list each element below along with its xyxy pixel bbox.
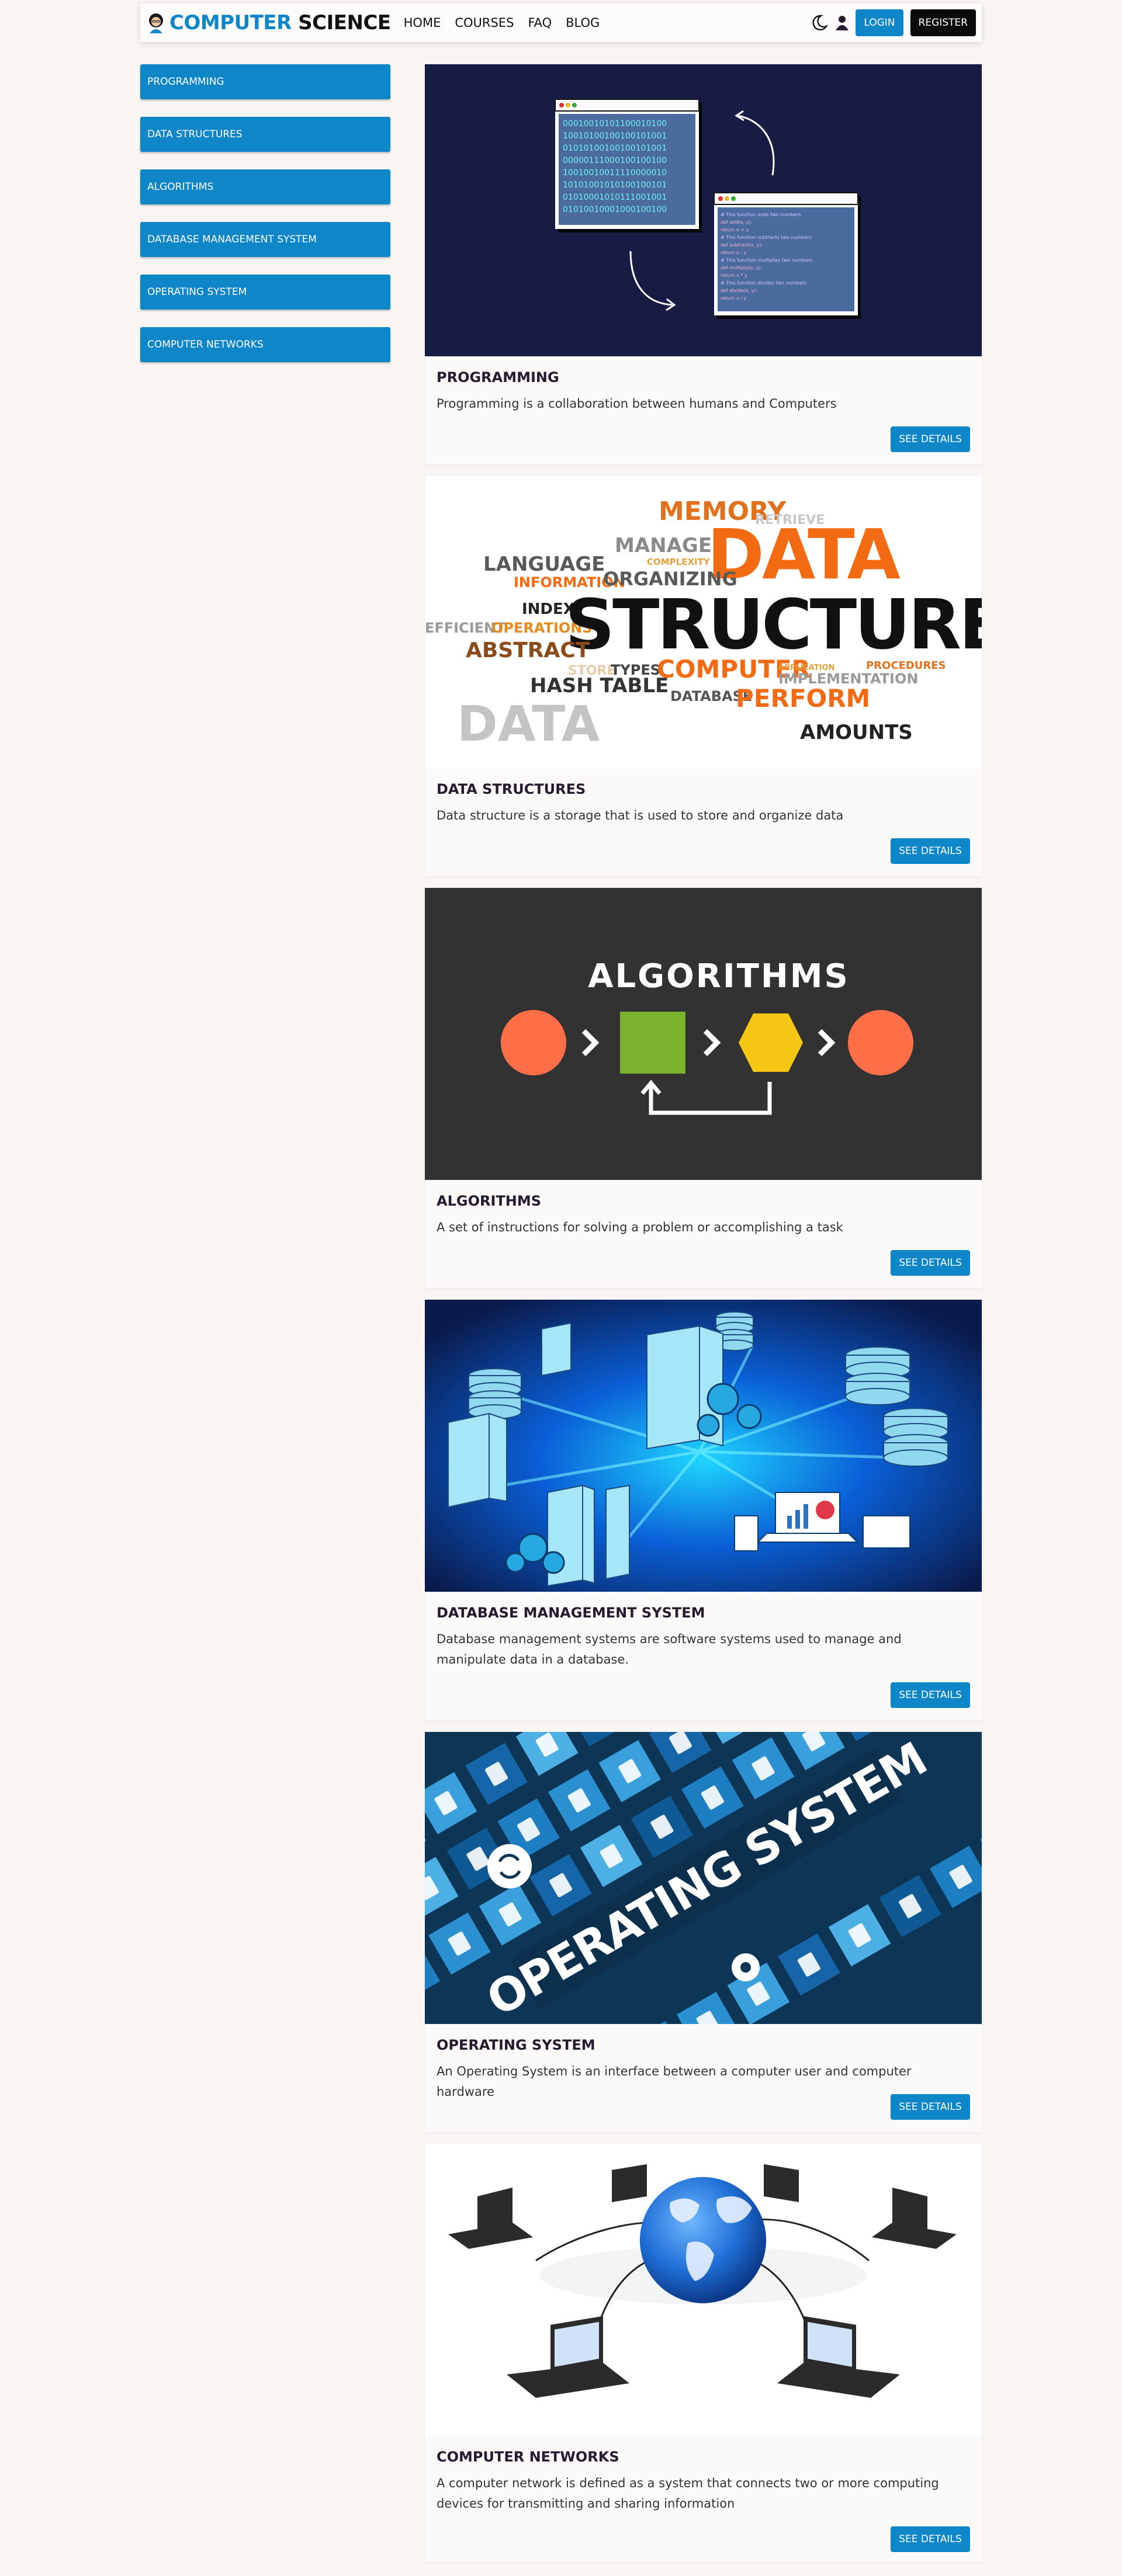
user-account-button[interactable] <box>836 15 849 30</box>
sidebar-item-algorithms[interactable]: ALGORITHMS <box>140 169 390 204</box>
course-title: DATA STRUCTURES <box>437 781 586 797</box>
course-card-algorithms: ALGORITHMS ALGORITHMS A set of instructi… <box>425 888 982 1288</box>
brand-title-part1: COMPUTER <box>169 11 292 34</box>
word-cloud-term: MANAGE <box>615 534 712 557</box>
course-sidebar: PROGRAMMING DATA STRUCTURES ALGORITHMS D… <box>140 64 390 380</box>
nav-home[interactable]: HOME <box>404 16 441 30</box>
binary-code-line: 01010100100100101001 <box>563 144 667 153</box>
binary-code-line: 01010001010111001001 <box>563 193 667 202</box>
course-title: ALGORITHMS <box>437 1193 542 1209</box>
source-code-line: # This function multiplies two numbers <box>721 258 812 263</box>
course-card-computer-networks: COMPUTER NETWORKS A computer network is … <box>425 2144 982 2562</box>
source-code-line: def subtract(x, y): <box>721 242 763 248</box>
source-code-line: def add(x, y): <box>721 220 752 225</box>
globe-network-illustration <box>425 2144 982 2436</box>
course-description: A set of instructions for solving a prob… <box>437 1220 843 1234</box>
course-card-dbms: DATABASE MANAGEMENT SYSTEM Database mana… <box>425 1300 982 1720</box>
word-cloud-term: ABSTRACT <box>466 638 590 662</box>
source-code-line: return x + y <box>721 227 749 232</box>
register-button[interactable]: REGISTER <box>910 9 976 36</box>
source-code-line: return x - y <box>721 250 747 255</box>
theme-toggle-button[interactable] <box>810 13 829 32</box>
student-avatar-icon <box>149 13 163 33</box>
sidebar-item-operating-system[interactable]: OPERATING SYSTEM <box>140 275 390 310</box>
word-cloud-term: HASH TABLE <box>530 674 669 697</box>
see-details-button[interactable]: SEE DETAILS <box>891 2094 970 2120</box>
see-details-button[interactable]: SEE DETAILS <box>891 1250 970 1276</box>
binary-code-line: 01010010001000100100 <box>563 205 667 214</box>
nav-faq[interactable]: FAQ <box>528 16 552 30</box>
algorithms-banner-title: ALGORITHMS <box>588 957 850 995</box>
sidebar-item-programming[interactable]: PROGRAMMING <box>140 64 390 99</box>
course-description: A computer network is defined as a syste… <box>437 2476 939 2511</box>
course-card-data-structures: MEMORY RETRIEVE MANAGE COMPLEXITY DATA LANGUA… <box>425 476 982 876</box>
source-code-line: # This function adds two numbers <box>721 212 801 217</box>
word-cloud-term: PERFORM <box>736 684 870 713</box>
source-code-line: def multiply(x, y): <box>721 265 762 270</box>
word-cloud-term: DATA <box>457 695 600 752</box>
see-details-button[interactable]: SEE DETAILS <box>891 838 970 864</box>
see-details-button[interactable]: SEE DETAILS <box>891 1682 970 1708</box>
database-servers-illustration <box>425 1300 982 1592</box>
nav-blog[interactable]: BLOG <box>566 16 600 30</box>
word-cloud-term: PROCEDURES <box>866 659 946 672</box>
binary-code-line: 10101001010100100101 <box>563 180 667 190</box>
course-card-programming: 00010010101100010100 10010100100100101001… <box>425 64 982 464</box>
course-title: OPERATING SYSTEM <box>437 2037 595 2053</box>
top-navbar: COMPUTER SCIENCE HOME COURSES FAQ BLOG L… <box>140 4 982 42</box>
algorithms-flow-illustration: ALGORITHMS <box>425 888 982 1180</box>
source-code-line: return x / y <box>721 296 747 301</box>
moon-icon <box>812 15 829 31</box>
binary-code-line: 10010100100100101001 <box>563 131 667 141</box>
course-card-operating-system: OPERATING SYSTEM OPERATING SYSTEM An Ope… <box>425 1732 982 2132</box>
see-details-button[interactable]: SEE DETAILS <box>891 426 970 452</box>
sidebar-item-data-structures[interactable]: DATA STRUCTURES <box>140 117 390 152</box>
word-cloud-term: COMPLEXITY <box>647 557 711 567</box>
login-button[interactable]: LOGIN <box>856 9 903 36</box>
see-details-button[interactable]: SEE DETAILS <box>891 2526 970 2552</box>
source-code-line: # This function divides two numbers <box>721 280 806 286</box>
course-description: An Operating System is an interface betw… <box>437 2064 912 2099</box>
course-title: DATABASE MANAGEMENT SYSTEM <box>437 1605 705 1621</box>
course-description: Database management systems are software… <box>437 1632 902 1667</box>
course-title: COMPUTER NETWORKS <box>437 2449 619 2465</box>
main-nav: HOME COURSES FAQ BLOG <box>404 16 600 30</box>
brand-title-part2: SCIENCE <box>298 11 391 34</box>
user-icon <box>836 16 849 30</box>
word-cloud-term: STRUCTURE <box>565 584 982 665</box>
course-title: PROGRAMMING <box>437 369 559 386</box>
word-cloud-term: AMOUNTS <box>800 721 913 744</box>
programming-illustration: 00010010101100010100 10010100100100101001… <box>425 64 982 356</box>
brand[interactable]: COMPUTER SCIENCE <box>147 11 391 34</box>
binary-code-line: 00000111000100100100 <box>563 156 667 165</box>
source-code-line: return x * y <box>721 273 747 278</box>
brand-title: COMPUTER SCIENCE <box>169 11 391 34</box>
operating-system-tiles-illustration: OPERATING SYSTEM <box>425 1732 982 2024</box>
data-structure-word-cloud: MEMORYRETRIEVEMANAGECOMPLEXITYDATALANGUA… <box>425 476 982 768</box>
course-description: Data structure is a storage that is used… <box>437 808 844 822</box>
nav-actions: LOGIN REGISTER <box>810 9 976 36</box>
word-cloud-term: LANGUAGE <box>483 553 605 576</box>
source-code-line: # This function subtracts two numbers <box>721 235 812 240</box>
course-description: Programming is a collaboration between h… <box>437 397 837 411</box>
binary-code-line: 00010010101100010100 <box>563 119 667 129</box>
source-code-line: def divide(x, y): <box>721 288 757 293</box>
sidebar-item-dbms[interactable]: DATABASE MANAGEMENT SYSTEM <box>140 222 390 257</box>
sidebar-item-computer-networks[interactable]: COMPUTER NETWORKS <box>140 327 390 362</box>
binary-code-line: 10010010011110000010 <box>563 168 667 178</box>
nav-courses[interactable]: COURSES <box>455 16 514 30</box>
